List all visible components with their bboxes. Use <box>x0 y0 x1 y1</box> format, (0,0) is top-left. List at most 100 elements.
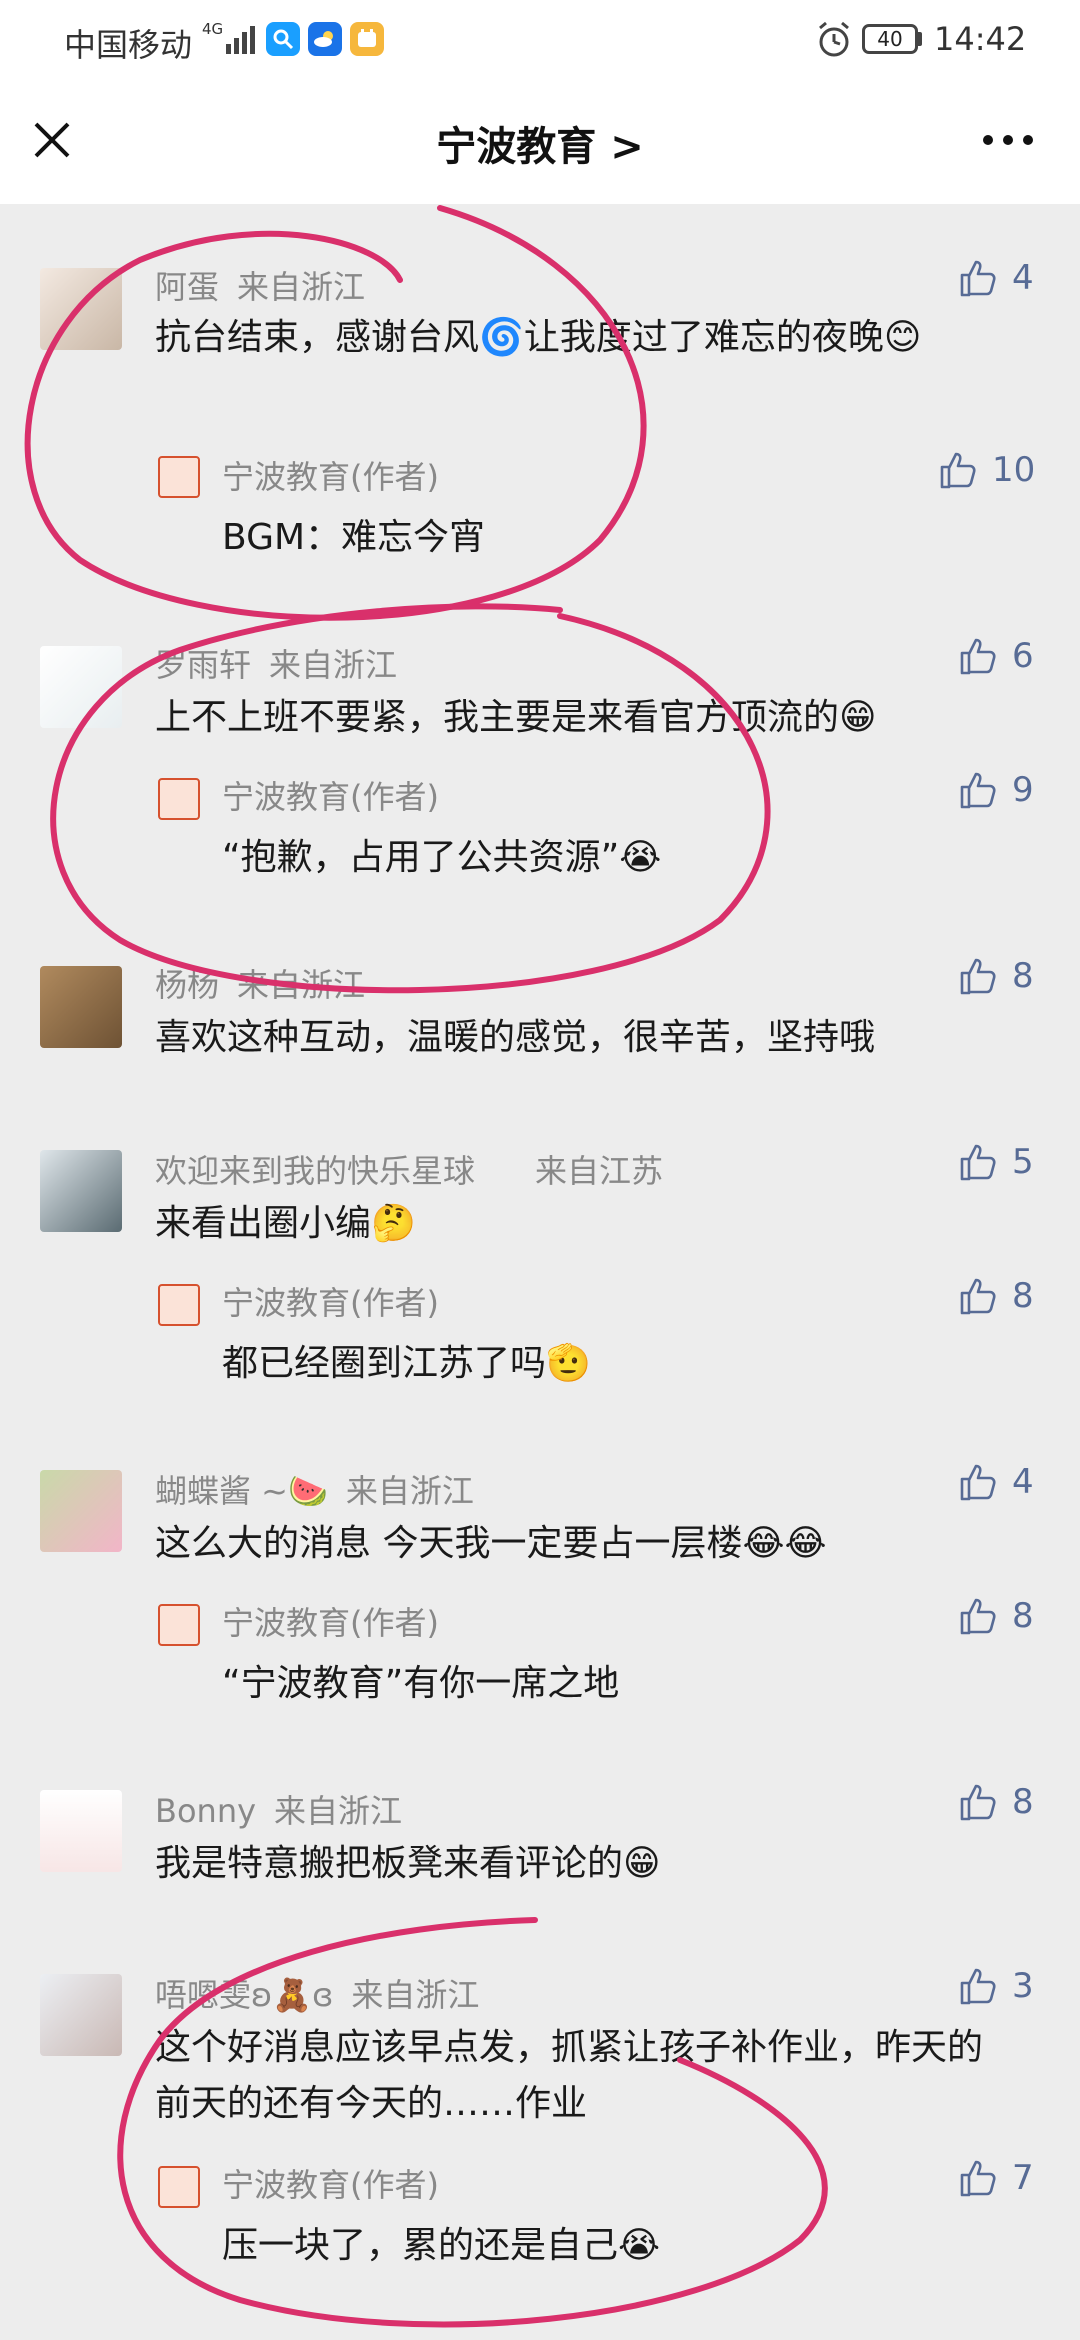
comment-text: 来看出圈小编🤔 <box>155 1203 416 1244</box>
thumbs-up-icon <box>958 636 998 676</box>
username-text: 欢迎来到我的快乐星球 <box>155 1152 476 1190</box>
author-avatar[interactable] <box>158 1604 200 1646</box>
comment-username[interactable]: 唔嗯雯ʚ🧸ɞ 来自浙江 <box>155 1970 479 2016</box>
comment-text: 喜欢这种互动，温暖的感觉，很辛苦，坚持哦 <box>155 1017 876 1058</box>
location-text: 来自浙江 <box>351 1976 480 2014</box>
username-text: Bonny <box>155 1792 257 1830</box>
comment-username[interactable]: 蝴蝶酱 ~🍉 来自浙江 <box>155 1466 474 1512</box>
username-text: 阿蛋 <box>155 268 220 306</box>
avatar[interactable] <box>40 268 122 350</box>
location-text: 来自浙江 <box>274 1792 403 1830</box>
avatar[interactable] <box>40 1150 122 1232</box>
battery-icon: 40 <box>862 24 918 54</box>
author-name[interactable]: 宁波教育(作者) <box>222 452 439 498</box>
thumbs-up-icon <box>958 1596 998 1636</box>
avatar[interactable] <box>40 1974 122 2056</box>
avatar[interactable] <box>40 1790 122 1872</box>
reply-text: 压一块了，累的还是自己😭 <box>222 2225 661 2266</box>
reply-like-button[interactable]: 10 <box>938 450 1035 490</box>
like-count: 6 <box>1012 636 1034 676</box>
like-button[interactable]: 4 <box>958 1462 1034 1502</box>
more-icon[interactable] <box>980 130 1036 150</box>
like-button[interactable]: 8 <box>958 956 1034 996</box>
username-text: 罗雨轩 <box>155 646 252 684</box>
like-count: 4 <box>1012 1462 1034 1502</box>
signal-icon <box>226 26 255 54</box>
like-count: 8 <box>1012 1782 1034 1822</box>
like-count: 9 <box>1012 770 1034 810</box>
reply-like-button[interactable]: 9 <box>958 770 1034 810</box>
comment-username[interactable]: Bonny 来自浙江 <box>155 1786 402 1832</box>
author-avatar[interactable] <box>158 2166 200 2208</box>
thumbs-up-icon <box>958 2158 998 2198</box>
like-count: 5 <box>1012 1142 1034 1182</box>
status-bar: 中国移动 4G 40 14:42 <box>0 0 1080 80</box>
battery-cap <box>918 32 922 46</box>
battery-level: 40 <box>877 27 903 51</box>
like-count: 4 <box>1012 258 1034 298</box>
location-text: 来自浙江 <box>345 1472 474 1510</box>
like-count: 8 <box>1012 1276 1034 1316</box>
reply-text: 都已经圈到江苏了吗🫡 <box>222 1343 591 1384</box>
avatar[interactable] <box>40 1470 122 1552</box>
like-count: 8 <box>1012 956 1034 996</box>
page-title[interactable]: 宁波教育 > <box>0 114 1080 172</box>
reply-like-button[interactable]: 7 <box>958 2158 1034 2198</box>
reply-text: “宁波教育”有你一席之地 <box>222 1663 620 1704</box>
like-button[interactable]: 3 <box>958 1966 1034 2006</box>
reply-text: BGM：难忘今宵 <box>222 517 486 558</box>
carrier-label: 中国移动 <box>64 26 193 64</box>
author-avatar[interactable] <box>158 456 200 498</box>
notes-app-icon <box>350 22 384 56</box>
like-button[interactable]: 6 <box>958 636 1034 676</box>
like-button[interactable]: 8 <box>958 1782 1034 1822</box>
username-text: 唔嗯雯ʚ🧸ɞ <box>155 1976 334 2014</box>
like-button[interactable]: 4 <box>958 258 1034 298</box>
location-text: 来自浙江 <box>237 966 366 1004</box>
author-name[interactable]: 宁波教育(作者) <box>222 2160 439 2206</box>
comment-text: 抗台结束，感谢台风🌀让我度过了难忘的夜晚😊 <box>155 317 922 358</box>
thumbs-up-icon <box>958 1142 998 1182</box>
thumbs-up-icon <box>938 450 978 490</box>
author-avatar[interactable] <box>158 778 200 820</box>
thumbs-up-icon <box>958 1462 998 1502</box>
comment-text: 这么大的消息 今天我一定要占一层楼😂😂 <box>155 1523 827 1564</box>
reply-text: “抱歉，占用了公共资源”😭 <box>222 837 662 878</box>
comment-username[interactable]: 阿蛋 来自浙江 <box>155 262 365 308</box>
network-badge: 4G <box>202 20 224 38</box>
username-text: 杨杨 <box>155 966 220 1004</box>
reply-like-button[interactable]: 8 <box>958 1276 1034 1316</box>
location-text: 来自江苏 <box>535 1152 664 1190</box>
thumbs-up-icon <box>958 258 998 298</box>
thumbs-up-icon <box>958 1276 998 1316</box>
author-avatar[interactable] <box>158 1284 200 1326</box>
location-text: 来自浙江 <box>237 268 366 306</box>
weather-app-icon <box>308 22 342 56</box>
nav-bar: 宁波教育 > <box>0 80 1080 204</box>
like-button[interactable]: 5 <box>958 1142 1034 1182</box>
reply-like-button[interactable]: 8 <box>958 1596 1034 1636</box>
avatar[interactable] <box>40 966 122 1048</box>
location-text: 来自浙江 <box>269 646 398 684</box>
comment-text: 这个好消息应该早点发，抓紧让孩子补作业，昨天的前天的还有今天的……作业 <box>155 2027 984 2124</box>
avatar[interactable] <box>40 646 122 728</box>
thumbs-up-icon <box>958 1782 998 1822</box>
comment-username[interactable]: 杨杨 来自浙江 <box>155 960 365 1006</box>
comment-text: 上不上班不要紧，我主要是来看官方顶流的😁 <box>155 697 877 738</box>
search-app-icon <box>266 22 300 56</box>
comment-username[interactable]: 罗雨轩 来自浙江 <box>155 640 397 686</box>
thumbs-up-icon <box>958 1966 998 2006</box>
author-name[interactable]: 宁波教育(作者) <box>222 772 439 818</box>
username-text: 蝴蝶酱 ~🍉 <box>155 1472 328 1510</box>
comment-username[interactable]: 欢迎来到我的快乐星球 来自江苏 <box>155 1146 663 1192</box>
like-count: 10 <box>992 450 1036 490</box>
clock: 14:42 <box>934 20 1027 58</box>
alarm-icon <box>819 21 849 57</box>
author-name[interactable]: 宁波教育(作者) <box>222 1278 439 1324</box>
thumbs-up-icon <box>958 956 998 996</box>
author-name[interactable]: 宁波教育(作者) <box>222 1598 439 1644</box>
thumbs-up-icon <box>958 770 998 810</box>
like-count: 7 <box>1012 2158 1034 2198</box>
comment-text: 我是特意搬把板凳来看评论的😁 <box>155 1843 661 1884</box>
like-count: 3 <box>1012 1966 1034 2006</box>
